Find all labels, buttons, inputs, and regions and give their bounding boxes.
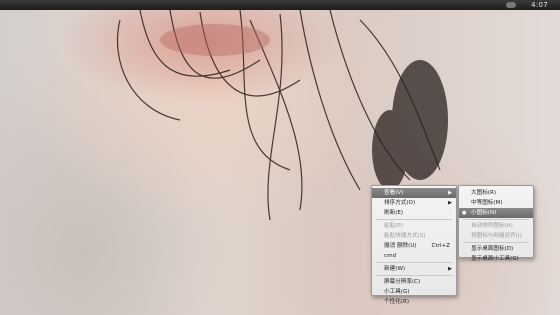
menu-item-sort-by[interactable]: 排序方式(O) ▶	[372, 198, 456, 208]
menu-item-screen-resolution[interactable]: 屏幕分辨率(C)	[372, 277, 456, 287]
menu-item-paste-shortcut[interactable]: 粘贴快捷方式(S)	[372, 231, 456, 241]
menu-item-paste[interactable]: 粘贴(P)	[372, 221, 456, 231]
triangle-right-icon: ▶	[448, 200, 452, 206]
submenu-item-medium-icons[interactable]: 中等图标(M)	[459, 198, 533, 208]
menu-item-refresh[interactable]: 刷新(E)	[372, 208, 456, 218]
menu-item-new[interactable]: 新建(W) ▶	[372, 264, 456, 274]
top-panel: 4:07	[0, 0, 560, 10]
submenu-item-large-icons[interactable]: 大图标(R)	[459, 188, 533, 198]
menu-item-gadgets[interactable]: 小工具(G)	[372, 287, 456, 297]
submenu-item-auto-arrange[interactable]: 自动排列图标(A)	[459, 221, 533, 231]
submenu-item-show-desktop-gadgets[interactable]: 显示桌面小工具(G)	[459, 254, 533, 264]
menu-separator	[376, 275, 452, 276]
menu-item-undo-delete[interactable]: 撤消 删除(U) Ctrl+Z	[372, 241, 456, 251]
submenu-item-align-to-grid[interactable]: 将图标与网格对齐(I)	[459, 231, 533, 241]
triangle-right-icon: ▶	[448, 190, 452, 196]
menu-separator	[463, 242, 529, 243]
bullet-check-icon: ●	[462, 210, 467, 216]
menu-item-cmd[interactable]: cmd	[372, 251, 456, 261]
menu-item-personalize[interactable]: 个性化(R)	[372, 297, 456, 307]
triangle-right-icon: ▶	[448, 266, 452, 272]
menu-separator	[376, 219, 452, 220]
menu-separator	[376, 262, 452, 263]
submenu-item-show-desktop-icons[interactable]: 显示桌面图标(D)	[459, 244, 533, 254]
wallpaper-hair-art	[116, 9, 448, 221]
submenu-item-small-icons[interactable]: ● 小图标(N)	[459, 208, 533, 218]
desktop-context-menu: 查看(V) ▶ 排序方式(O) ▶ 刷新(E) 粘贴(P) 粘贴快捷方式(S) …	[371, 185, 457, 305]
menu-separator	[463, 219, 529, 220]
network-icon[interactable]	[506, 2, 516, 8]
shortcut-label: Ctrl+Z	[431, 243, 450, 249]
view-submenu: 大图标(R) 中等图标(M) ● 小图标(N) 自动排列图标(A) 将图标与网格…	[458, 185, 534, 262]
menu-item-view[interactable]: 查看(V) ▶	[372, 188, 456, 198]
clock[interactable]: 4:07	[531, 0, 548, 10]
